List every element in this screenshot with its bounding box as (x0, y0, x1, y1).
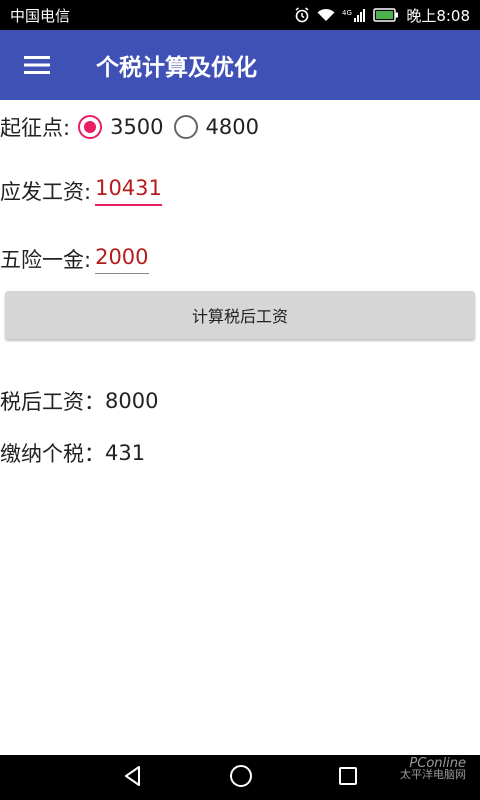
tax-label: 缴纳个税： (0, 442, 105, 466)
page-title: 个税计算及优化 (96, 55, 257, 81)
clock-label: 晚上8:08 (406, 6, 470, 25)
insurance-row: 五险一金: 2000 (0, 241, 149, 277)
threshold-row: 起征点: 3500 4800 (0, 112, 269, 142)
back-icon (125, 765, 141, 786)
radio-4800-label[interactable]: 4800 (206, 115, 259, 139)
home-icon (229, 764, 252, 787)
wifi-icon (317, 8, 335, 22)
status-bar: 中国电信 4G 晚上8:08 (0, 0, 480, 30)
menu-button[interactable] (0, 30, 74, 100)
back-button[interactable] (122, 765, 144, 791)
gross-salary-input[interactable]: 10431 (95, 176, 162, 206)
alarm-icon (294, 7, 310, 23)
gross-salary-label: 应发工资: (0, 180, 92, 204)
watermark-sub: 太平洋电脑网 (400, 768, 466, 781)
tax-value: 431 (105, 441, 146, 465)
status-icons: 4G 晚上8:08 (294, 5, 470, 26)
insurance-label: 五险一金: (0, 248, 92, 272)
after-tax-row: 税后工资： 8000 (0, 386, 158, 416)
calculate-button[interactable]: 计算税后工资 (5, 291, 475, 339)
app-bar: 个税计算及优化 (0, 30, 480, 100)
menu-icon (24, 56, 50, 74)
battery-icon (373, 8, 399, 22)
watermark: PConline 太平洋电脑网 (400, 757, 466, 781)
after-tax-label: 税后工资： (0, 390, 105, 414)
radio-3500-label[interactable]: 3500 (110, 115, 163, 139)
gross-salary-row: 应发工资: 10431 (0, 173, 162, 209)
recents-button[interactable] (338, 766, 358, 790)
signal-4g-icon: 4G (342, 7, 366, 23)
svg-text:4G: 4G (342, 9, 352, 17)
tax-row: 缴纳个税： 431 (0, 438, 145, 468)
insurance-input[interactable]: 2000 (95, 245, 149, 274)
home-button[interactable] (229, 764, 253, 792)
radio-4800[interactable] (173, 115, 198, 139)
carrier-label: 中国电信 (10, 6, 71, 25)
radio-3500[interactable] (78, 115, 103, 139)
after-tax-value: 8000 (105, 389, 159, 413)
threshold-label: 起征点: (0, 116, 71, 140)
recents-icon (338, 766, 357, 785)
